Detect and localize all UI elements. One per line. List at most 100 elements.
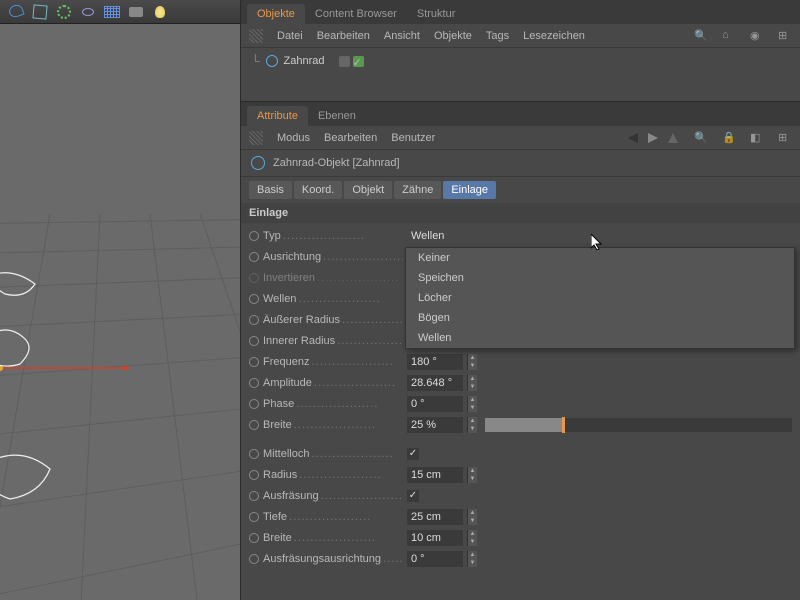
label-breite: Breite [263, 419, 403, 431]
nav-up-icon[interactable] [666, 131, 680, 145]
dd-option-wellen[interactable]: Wellen [406, 328, 794, 348]
menu-ansicht[interactable]: Ansicht [384, 30, 420, 42]
lock-icon[interactable]: 🔒 [722, 131, 736, 145]
anim-dot[interactable] [249, 252, 259, 262]
add-icon[interactable]: ⊞ [778, 131, 792, 145]
new-window-icon[interactable]: ◧ [750, 131, 764, 145]
input-phase[interactable] [407, 396, 463, 412]
drag-handle-icon[interactable] [249, 29, 263, 43]
anim-dot[interactable] [249, 315, 259, 325]
visibility-tag[interactable] [339, 56, 350, 67]
checkbox-mittelloch[interactable]: ✓ [407, 448, 419, 460]
anim-dot[interactable] [249, 273, 259, 283]
light-tool-icon[interactable] [149, 2, 171, 22]
menu-tags[interactable]: Tags [486, 30, 509, 42]
tab-objekte[interactable]: Objekte [247, 4, 305, 24]
anim-dot[interactable] [249, 512, 259, 522]
tab-ebenen[interactable]: Ebenen [308, 106, 366, 126]
ptab-objekt[interactable]: Objekt [344, 181, 392, 199]
label-tiefe: Tiefe [263, 511, 403, 523]
enable-tag[interactable]: ✓ [353, 56, 364, 67]
anim-dot[interactable] [249, 420, 259, 430]
input-ausr[interactable] [407, 551, 463, 567]
attribute-manager-menu: Modus Bearbeiten Benutzer 🔍 🔒 ◧ ⊞ [241, 126, 800, 150]
dd-option-loecher[interactable]: Löcher [406, 288, 794, 308]
attribute-object-header: Zahnrad-Objekt [Zahnrad] [241, 150, 800, 177]
label-iradius: Innerer Radius [263, 335, 403, 347]
spinner-breite[interactable]: ▲▼ [467, 417, 477, 433]
input-tiefe[interactable] [407, 509, 463, 525]
menu-objekte[interactable]: Objekte [434, 30, 472, 42]
search-icon[interactable]: 🔍 [694, 131, 708, 145]
anim-dot[interactable] [249, 449, 259, 459]
gear-object-icon [251, 156, 265, 170]
value-typ[interactable]: Wellen [407, 230, 444, 242]
tab-content-browser[interactable]: Content Browser [305, 4, 407, 24]
spinner-radius2[interactable]: ▲▼ [467, 467, 477, 483]
checkbox-ausfraesung[interactable]: ✓ [407, 490, 419, 502]
anim-dot[interactable] [249, 533, 259, 543]
object-manager-tabs: Objekte Content Browser Struktur [241, 0, 800, 24]
drag-handle-icon[interactable] [249, 131, 263, 145]
slider-breite[interactable] [485, 418, 792, 432]
search-icon[interactable]: 🔍 [694, 29, 708, 43]
spinner-frequenz[interactable]: ▲▼ [467, 354, 477, 370]
spinner-breite2[interactable]: ▲▼ [467, 530, 477, 546]
input-frequenz[interactable] [407, 354, 463, 370]
menu-benutzer[interactable]: Benutzer [391, 132, 435, 144]
anim-dot[interactable] [249, 378, 259, 388]
object-name[interactable]: Zahnrad [284, 55, 325, 67]
cube-tool-icon[interactable] [29, 2, 51, 22]
add-icon[interactable]: ⊞ [778, 29, 792, 43]
label-wellen: Wellen [263, 293, 403, 305]
ptab-basis[interactable]: Basis [249, 181, 292, 199]
anim-dot[interactable] [249, 554, 259, 564]
input-radius2[interactable] [407, 467, 463, 483]
ptab-einlage[interactable]: Einlage [443, 181, 496, 199]
camera-tool-icon[interactable] [125, 2, 147, 22]
tab-attribute[interactable]: Attribute [247, 106, 308, 126]
input-breite2[interactable] [407, 530, 463, 546]
spinner-ausr[interactable]: ▲▼ [467, 551, 477, 567]
dd-option-boegen[interactable]: Bögen [406, 308, 794, 328]
menu-modus[interactable]: Modus [277, 132, 310, 144]
menu-lesezeichen[interactable]: Lesezeichen [523, 30, 585, 42]
ellipse-tool-icon[interactable] [77, 2, 99, 22]
dd-option-keiner[interactable]: Keiner [406, 248, 794, 268]
label-invertieren: Invertieren [263, 272, 403, 284]
anim-dot[interactable] [249, 294, 259, 304]
nav-next-icon[interactable] [646, 131, 660, 145]
menu-bearbeiten[interactable]: Bearbeiten [317, 30, 370, 42]
input-breite[interactable] [407, 417, 463, 433]
ptab-koord[interactable]: Koord. [294, 181, 342, 199]
object-row-zahnrad[interactable]: └ Zahnrad ✓ [251, 54, 790, 68]
tab-struktur[interactable]: Struktur [407, 4, 466, 24]
anim-dot[interactable] [249, 399, 259, 409]
home-icon[interactable]: ⌂ [722, 29, 736, 43]
gear-tool-icon[interactable] [53, 2, 75, 22]
spinner-tiefe[interactable]: ▲▼ [467, 509, 477, 525]
label-aradius: Äußerer Radius [263, 314, 403, 326]
attribute-manager-tabs: Attribute Ebenen [241, 102, 800, 126]
spline-tool-icon[interactable] [5, 2, 27, 22]
expand-icon[interactable]: └ [251, 54, 260, 68]
anim-dot[interactable] [249, 357, 259, 367]
anim-dot[interactable] [249, 231, 259, 241]
input-amplitude[interactable] [407, 375, 463, 391]
nav-prev-icon[interactable] [626, 131, 640, 145]
anim-dot[interactable] [249, 336, 259, 346]
anim-dot[interactable] [249, 470, 259, 480]
right-panel: Objekte Content Browser Struktur Datei B… [240, 0, 800, 600]
grid-tool-icon[interactable] [101, 2, 123, 22]
menu-datei[interactable]: Datei [277, 30, 303, 42]
spinner-phase[interactable]: ▲▼ [467, 396, 477, 412]
section-header-einlage: Einlage [241, 203, 800, 223]
mouse-cursor [591, 234, 603, 250]
menu-bearbeiten-attr[interactable]: Bearbeiten [324, 132, 377, 144]
ptab-zaehne[interactable]: Zähne [394, 181, 441, 199]
spinner-amplitude[interactable]: ▲▼ [467, 375, 477, 391]
eye-icon[interactable]: ◉ [750, 29, 764, 43]
dd-option-speichen[interactable]: Speichen [406, 268, 794, 288]
anim-dot[interactable] [249, 491, 259, 501]
viewport-3d[interactable] [0, 24, 240, 600]
